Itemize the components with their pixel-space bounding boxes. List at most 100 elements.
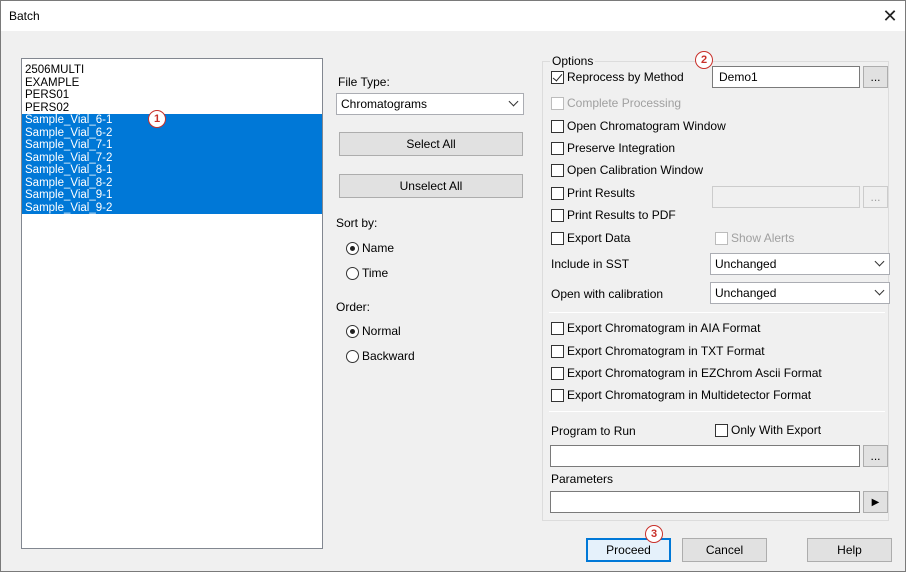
order-backward-label: Backward [362,349,415,363]
file-list-item[interactable]: Sample_Vial_9-2 [22,201,322,214]
sort-time-radio[interactable]: Time [346,265,388,281]
export-txt-checkbox[interactable]: Export Chromatogram in TXT Format [551,343,765,359]
preserve-integration-label: Preserve Integration [567,141,676,155]
order-normal-radio[interactable]: Normal [346,323,401,339]
program-browse-button[interactable]: ... [863,445,888,467]
callout-marker-1: 1 [148,110,166,128]
only-with-export-checkbox[interactable]: Only With Export [715,422,821,438]
checkbox-icon [551,321,564,335]
export-ezchrom-label: Export Chromatogram in EZChrom Ascii For… [567,366,822,380]
print-results-label: Print Results [567,186,636,200]
program-input[interactable] [550,445,860,467]
window-title: Batch [9,9,40,23]
open-with-calibration-value: Unchanged [715,286,777,300]
file-type-value: Chromatograms [341,97,428,111]
only-with-export-label: Only With Export [731,423,822,437]
file-type-select[interactable]: Chromatograms [336,93,524,115]
method-browse-button[interactable]: ... [863,66,888,88]
file-list-item[interactable]: 2506MULTI [22,64,322,77]
order-label: Order: [336,300,371,314]
batch-dialog: Batch ✕ 2506MULTI EXAMPLE PERS01 PERS02 Samp… [0,0,906,572]
export-aia-checkbox[interactable]: Export Chromatogram in AIA Format [551,320,760,336]
program-to-run-label: Program to Run [551,424,636,438]
include-sst-value: Unchanged [715,257,777,271]
help-button[interactable]: Help [807,538,892,562]
method-input[interactable]: Demo1 [712,66,860,88]
checkbox-icon [551,388,564,402]
checkbox-icon [715,231,728,245]
export-data-checkbox[interactable]: Export Data [551,230,630,246]
radio-icon [346,349,359,363]
order-backward-radio[interactable]: Backward [346,348,415,364]
checkbox-icon [551,163,564,177]
file-list-item[interactable]: PERS02 [22,102,322,115]
export-ezchrom-checkbox[interactable]: Export Chromatogram in EZChrom Ascii For… [551,365,822,381]
print-results-checkbox[interactable]: Print Results [551,185,635,201]
show-alerts-checkbox[interactable]: Show Alerts [715,230,794,246]
print-results-browse-button: ... [863,186,888,208]
checkbox-icon [551,231,564,245]
file-list-item[interactable]: Sample_Vial_7-1 [22,139,322,152]
file-list-item[interactable]: Sample_Vial_6-2 [22,126,322,139]
unselect-all-button[interactable]: Unselect All [339,174,523,198]
title-bar: Batch ✕ [1,1,905,31]
sort-name-label: Name [362,241,395,255]
radio-selected-icon [346,324,359,338]
export-multidetector-label: Export Chromatogram in Multidetector For… [567,388,812,402]
play-icon[interactable]: ▶ [863,491,888,513]
cancel-button[interactable]: Cancel [682,538,767,562]
checkbox-icon [551,366,564,380]
open-chromatogram-window-label: Open Chromatogram Window [567,119,726,133]
complete-processing-checkbox[interactable]: Complete Processing [551,95,681,111]
show-alerts-label: Show Alerts [731,231,795,245]
chevron-down-icon [874,256,885,267]
open-chromatogram-window-checkbox[interactable]: Open Chromatogram Window [551,118,726,134]
sort-time-label: Time [362,266,389,280]
checkbox-icon [551,141,564,155]
include-sst-label: Include in SST [551,257,630,271]
file-list-item[interactable]: EXAMPLE [22,77,322,90]
parameters-label: Parameters [551,472,614,486]
radio-icon [346,266,359,280]
include-sst-select[interactable]: Unchanged [710,253,890,275]
complete-processing-label: Complete Processing [567,96,682,110]
file-list-item[interactable]: Sample_Vial_8-2 [22,176,322,189]
file-type-label: File Type: [338,75,390,89]
order-normal-label: Normal [362,324,401,338]
checkbox-icon [551,208,564,222]
sort-by-label: Sort by: [336,216,378,230]
file-list-item[interactable]: Sample_Vial_7-2 [22,151,322,164]
file-list-item[interactable]: PERS01 [22,89,322,102]
export-txt-label: Export Chromatogram in TXT Format [567,344,765,358]
open-calibration-window-checkbox[interactable]: Open Calibration Window [551,162,703,178]
file-list[interactable]: 2506MULTI EXAMPLE PERS01 PERS02 Sample_Vial_… [21,58,323,549]
file-list-item[interactable]: Sample_Vial_9-1 [22,189,322,202]
reprocess-label: Reprocess by Method [567,70,684,84]
checkbox-checked-icon [551,70,564,84]
file-list-item[interactable]: Sample_Vial_8-1 [22,164,322,177]
radio-selected-icon [346,241,359,255]
options-group-label: Options [550,54,596,68]
print-pdf-label: Print Results to PDF [567,208,676,222]
separator [549,312,885,313]
file-list-item[interactable]: Sample_Vial_6-1 [22,114,322,127]
parameters-input[interactable] [550,491,860,513]
checkbox-icon [551,344,564,358]
checkbox-icon [715,423,728,437]
sort-name-radio[interactable]: Name [346,240,394,256]
select-all-button[interactable]: Select All [339,132,523,156]
reprocess-checkbox[interactable]: Reprocess by Method [551,69,684,85]
print-pdf-checkbox[interactable]: Print Results to PDF [551,207,676,223]
export-data-label: Export Data [567,231,631,245]
checkbox-icon [551,96,564,110]
print-results-input [712,186,860,208]
open-with-calibration-select[interactable]: Unchanged [710,282,890,304]
separator [549,411,885,412]
export-multidetector-checkbox[interactable]: Export Chromatogram in Multidetector For… [551,387,811,403]
preserve-integration-checkbox[interactable]: Preserve Integration [551,140,675,156]
open-with-calibration-label: Open with calibration [551,287,664,301]
callout-marker-3: 3 [645,525,663,543]
chevron-down-icon [508,96,519,107]
checkbox-icon [551,186,564,200]
close-icon[interactable]: ✕ [879,5,901,27]
